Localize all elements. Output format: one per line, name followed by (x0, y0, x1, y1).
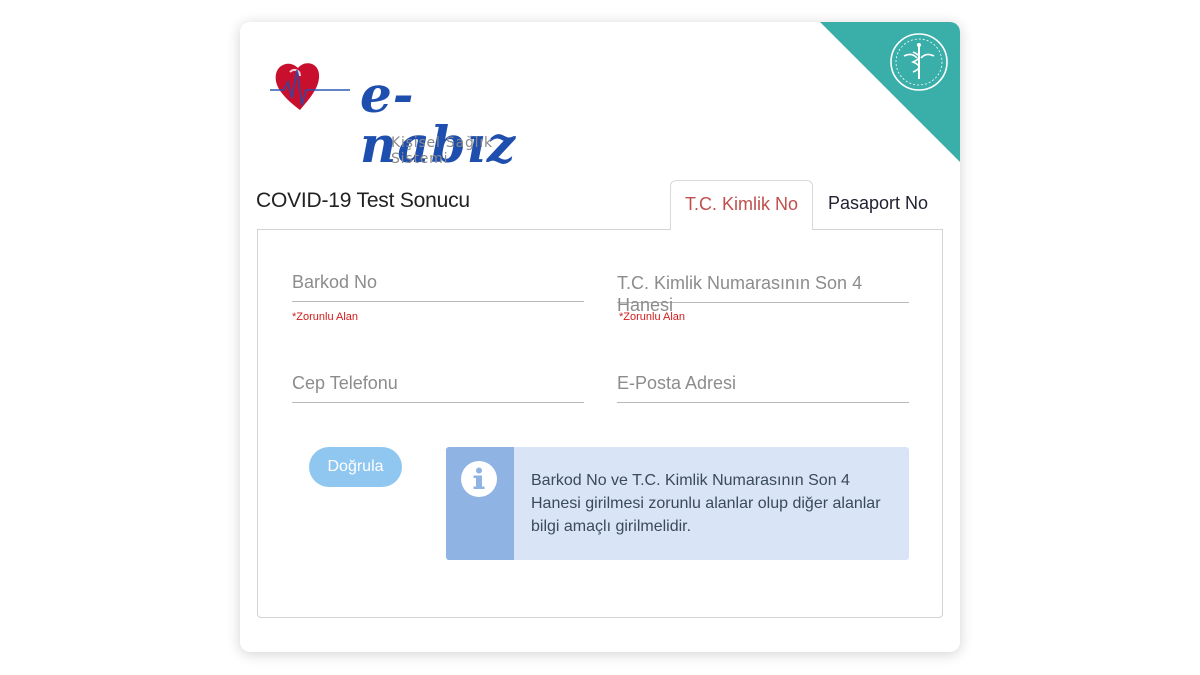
barcode-field-wrap (292, 272, 584, 302)
barcode-required-note: *Zorunlu Alan (292, 311, 359, 323)
ministry-corner (820, 22, 960, 162)
heart-icon (270, 63, 350, 110)
tab-pasaport-no[interactable]: Pasaport No (816, 180, 940, 229)
tc-last4-field-wrap: T.C. Kimlik Numarasının Son 4 Hanesi (617, 272, 909, 315)
info-accent (446, 447, 514, 560)
info-box: Barkod No ve T.C. Kimlik Numarasının Son… (446, 447, 909, 560)
tab-tc-kimlik-no[interactable]: T.C. Kimlik No (670, 180, 813, 230)
info-icon (461, 461, 497, 497)
form-panel: *Zorunlu Alan T.C. Kimlik Numarasının So… (257, 229, 943, 618)
page-title: COVID-19 Test Sonucu (256, 189, 470, 212)
enabiz-logo: e-nabız Kişisel Sağlık Sistemi (270, 50, 520, 170)
phone-field-wrap (292, 373, 584, 403)
barcode-input[interactable] (292, 272, 584, 302)
info-message: Barkod No ve T.C. Kimlik Numarasının Son… (531, 472, 881, 535)
tc-last4-input[interactable]: T.C. Kimlik Numarasının Son 4 Hanesi (617, 272, 909, 315)
verify-button[interactable]: Doğrula (309, 447, 402, 487)
login-card: e-nabız Kişisel Sağlık Sistemi COVID-19 … (240, 22, 960, 652)
email-input[interactable] (617, 373, 909, 403)
email-field-wrap (617, 373, 909, 403)
phone-input[interactable] (292, 373, 584, 403)
tc-last4-required-note: *Zorunlu Alan (619, 311, 686, 323)
brand-tagline: Kişisel Sağlık Sistemi (391, 135, 493, 167)
